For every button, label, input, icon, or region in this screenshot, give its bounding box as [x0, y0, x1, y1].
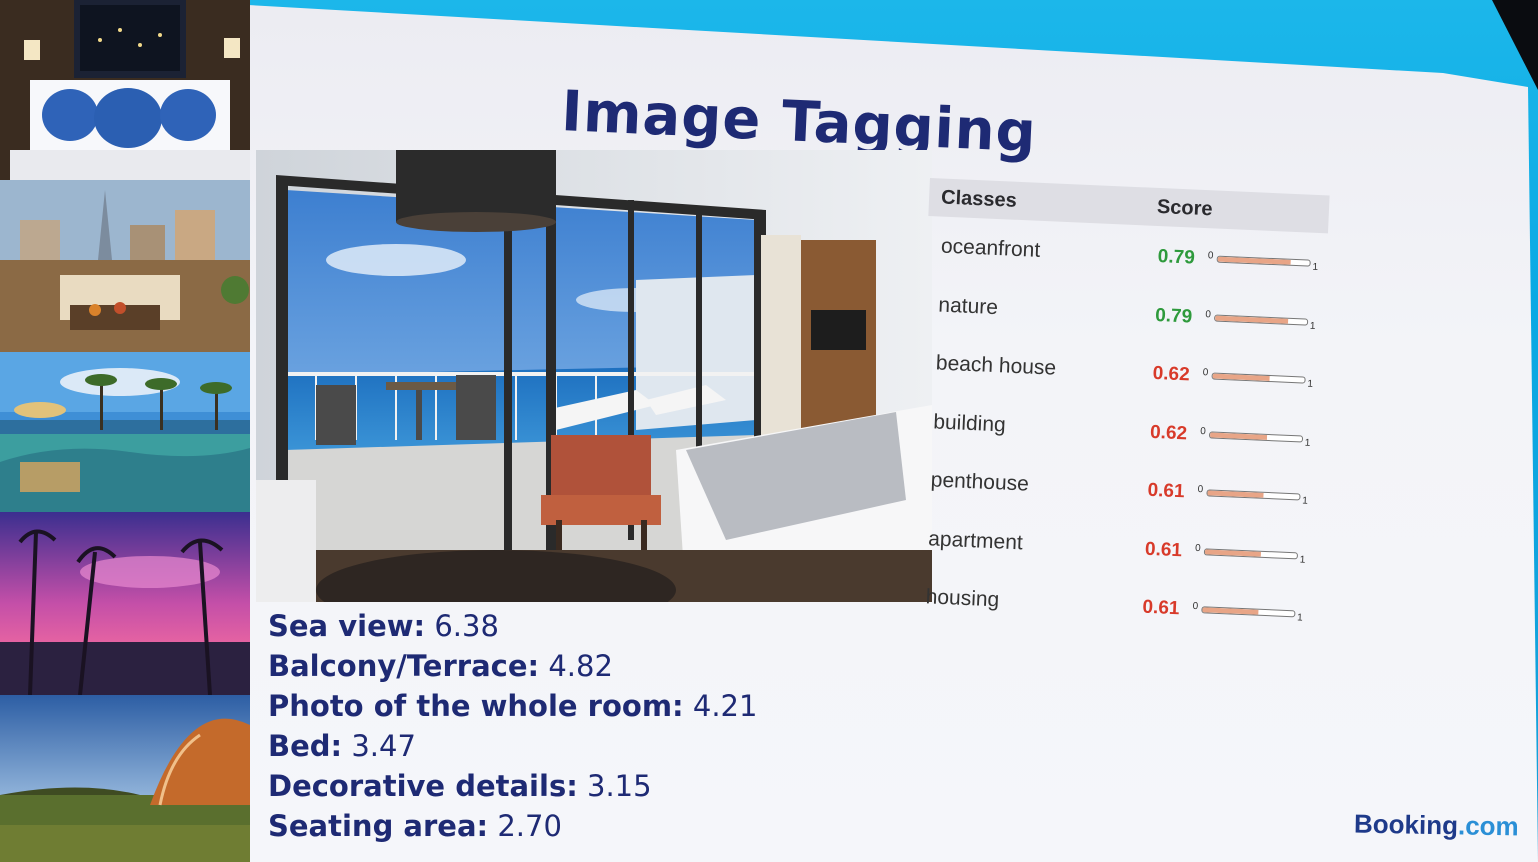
scene-score-item: Sea view: 6.38 — [268, 609, 499, 643]
header-score: Score — [1156, 195, 1213, 221]
scene-score-item: Decorative details: 3.15 — [268, 769, 652, 803]
table-row: housing 0.61 0 1 — [911, 579, 1352, 638]
scene-score-item: Seating area: 2.70 — [268, 809, 562, 843]
scene-value: 6.38 — [434, 609, 499, 643]
table-row: building 0.62 0 1 — [918, 403, 1359, 462]
thumbnail-hotel-bedroom[interactable] — [0, 0, 250, 180]
score-bar — [1216, 255, 1311, 267]
class-label: housing — [925, 585, 1000, 612]
hotel-room-image — [256, 150, 932, 602]
booking-logo: Booking.com — [1354, 809, 1519, 843]
score-bar — [1214, 314, 1309, 326]
class-label: penthouse — [930, 468, 1030, 496]
score-bar-fill — [1215, 315, 1288, 324]
thumbnail-barn-field[interactable] — [0, 695, 250, 862]
score-value: 0.62 — [1149, 421, 1188, 444]
hotel-room-photo[interactable] — [256, 150, 932, 602]
class-label: oceanfront — [940, 234, 1041, 262]
scene-label: Bed: — [268, 729, 343, 763]
score-bar — [1201, 606, 1296, 618]
scene-label: Seating area: — [268, 809, 489, 843]
scene-value: 2.70 — [497, 809, 562, 843]
logo-name: Booking — [1353, 808, 1459, 841]
score-value: 0.61 — [1147, 479, 1185, 503]
scale-max-label: 1 — [1309, 320, 1316, 332]
palm-sunset-image — [0, 512, 250, 695]
score-value: 0.62 — [1152, 362, 1191, 386]
score-value: 0.79 — [1157, 246, 1196, 269]
scene-label: Sea view: — [268, 609, 426, 643]
scale-min-label: 0 — [1194, 542, 1201, 554]
hotel-bedroom-image — [0, 0, 250, 180]
score-bar-fill — [1207, 490, 1264, 498]
scene-value: 3.47 — [351, 729, 416, 763]
scale-max-label: 1 — [1312, 261, 1319, 274]
score-bar — [1208, 430, 1304, 443]
class-label: beach house — [935, 351, 1057, 380]
scene-score-item: Bed: 3.47 — [268, 729, 416, 763]
score-bar-fill — [1217, 256, 1291, 265]
scale-max-label: 1 — [1307, 378, 1314, 390]
class-label: apartment — [927, 526, 1024, 554]
score-value: 0.61 — [1142, 596, 1180, 620]
scene-value: 4.21 — [692, 689, 758, 723]
score-value: 0.79 — [1154, 304, 1193, 328]
scale-min-label: 0 — [1199, 425, 1207, 437]
class-label: building — [932, 409, 1007, 437]
score-bar — [1203, 547, 1299, 559]
scene-score-item: Balcony/Terrace: 4.82 — [268, 649, 613, 683]
score-bar — [1211, 372, 1306, 384]
scale-min-label: 0 — [1192, 600, 1199, 613]
scale-max-label: 1 — [1299, 553, 1306, 566]
presentation-screen: Image Tagging Classes Score oceanfront 0… — [0, 0, 1538, 862]
thumbnail-rooftop-terrace[interactable] — [0, 180, 250, 352]
scale-max-label: 1 — [1296, 612, 1303, 624]
thumbnail-palm-sunset[interactable] — [0, 512, 250, 695]
scale-max-label: 1 — [1304, 437, 1311, 449]
table-row: beach house 0.62 0 1 — [921, 345, 1362, 404]
score-bar-fill — [1202, 607, 1259, 615]
table-row: penthouse 0.61 0 1 — [916, 462, 1357, 521]
table-row: apartment 0.61 0 1 — [913, 520, 1354, 579]
scale-min-label: 0 — [1202, 367, 1209, 379]
table-row: oceanfront 0.79 0 1 — [926, 228, 1367, 287]
tag-score-table: Classes Score oceanfront 0.79 0 1 nature 0.79… — [910, 178, 1369, 647]
scene-label: Photo of the whole room: — [268, 689, 684, 723]
score-bar-fill — [1212, 373, 1270, 382]
scale-max-label: 1 — [1302, 495, 1309, 507]
scale-min-label: 0 — [1205, 308, 1212, 320]
score-bar-fill — [1204, 548, 1262, 557]
table-row: nature 0.79 0 1 — [924, 286, 1365, 345]
scene-score-item: Photo of the whole room: 4.21 — [268, 689, 757, 723]
score-bar-fill — [1209, 431, 1268, 440]
scene-value: 4.82 — [548, 649, 613, 683]
logo-suffix: .com — [1457, 810, 1519, 842]
score-value: 0.61 — [1144, 538, 1183, 561]
score-bar — [1206, 489, 1301, 501]
scale-min-label: 0 — [1207, 250, 1214, 262]
scene-label: Balcony/Terrace: — [268, 649, 540, 683]
barn-field-image — [0, 695, 250, 862]
scale-min-label: 0 — [1197, 483, 1204, 496]
rooftop-terrace-image — [0, 180, 250, 352]
thumbnail-strip — [0, 0, 250, 862]
header-classes: Classes — [940, 186, 1018, 212]
thumbnail-infinity-pool[interactable] — [0, 352, 250, 512]
infinity-pool-image — [0, 352, 250, 512]
scene-value: 3.15 — [587, 769, 652, 803]
scene-label: Decorative details: — [268, 769, 578, 803]
class-label: nature — [937, 293, 999, 319]
